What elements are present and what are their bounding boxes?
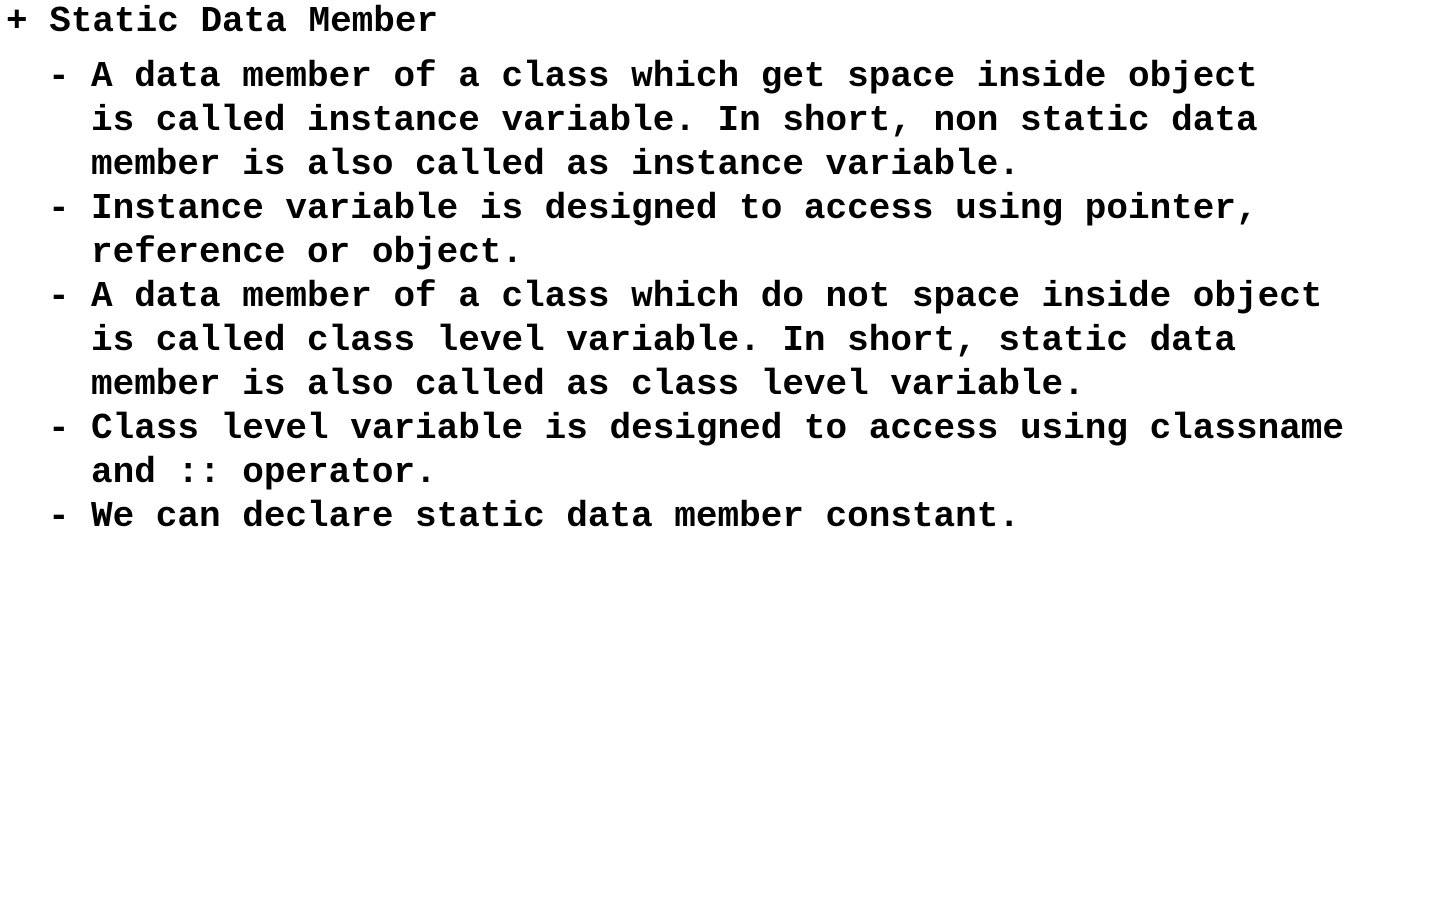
list-item-line: A data member of a class which do not sp… — [91, 276, 1323, 317]
list-item-text: A data member of a class which get space… — [91, 55, 1258, 187]
list-item-line: member is also called as class level var… — [91, 364, 1085, 405]
list-item: - Instance variable is designed to acces… — [48, 187, 1344, 275]
heading-marker: + — [6, 1, 28, 42]
list-item-line: and :: operator. — [91, 452, 437, 493]
list-item-text: We can declare static data member consta… — [91, 495, 1020, 539]
bullet-marker: - — [48, 56, 70, 97]
bullet-marker: - — [48, 188, 70, 229]
bullet-marker: - — [48, 276, 70, 317]
heading-text: Static Data Member — [49, 1, 439, 42]
bullet-marker: - — [48, 496, 70, 537]
section-heading: + Static Data Member — [6, 0, 438, 44]
list-item-line: is called class level variable. In short… — [91, 320, 1236, 361]
list-item-text: Class level variable is designed to acce… — [91, 407, 1344, 495]
list-item-line: A data member of a class which get space… — [91, 56, 1258, 97]
list-item-line: Class level variable is designed to acce… — [91, 408, 1345, 449]
list-item-text: A data member of a class which do not sp… — [91, 275, 1322, 407]
bullet-list: - A data member of a class which get spa… — [48, 55, 1344, 539]
list-item-line: Instance variable is designed to access … — [91, 188, 1258, 229]
list-item: - Class level variable is designed to ac… — [48, 407, 1344, 495]
list-item: - A data member of a class which do not … — [48, 275, 1344, 407]
list-item-line: is called instance variable. In short, n… — [91, 100, 1258, 141]
list-item-line: We can declare static data member consta… — [91, 496, 1020, 537]
document-page: + Static Data Member - A data member of … — [0, 0, 1440, 900]
list-item: - We can declare static data member cons… — [48, 495, 1344, 539]
list-item-text: Instance variable is designed to access … — [91, 187, 1258, 275]
bullet-marker: - — [48, 408, 70, 449]
list-item: - A data member of a class which get spa… — [48, 55, 1344, 187]
list-item-line: reference or object. — [91, 232, 524, 273]
list-item-line: member is also called as instance variab… — [91, 144, 1020, 185]
